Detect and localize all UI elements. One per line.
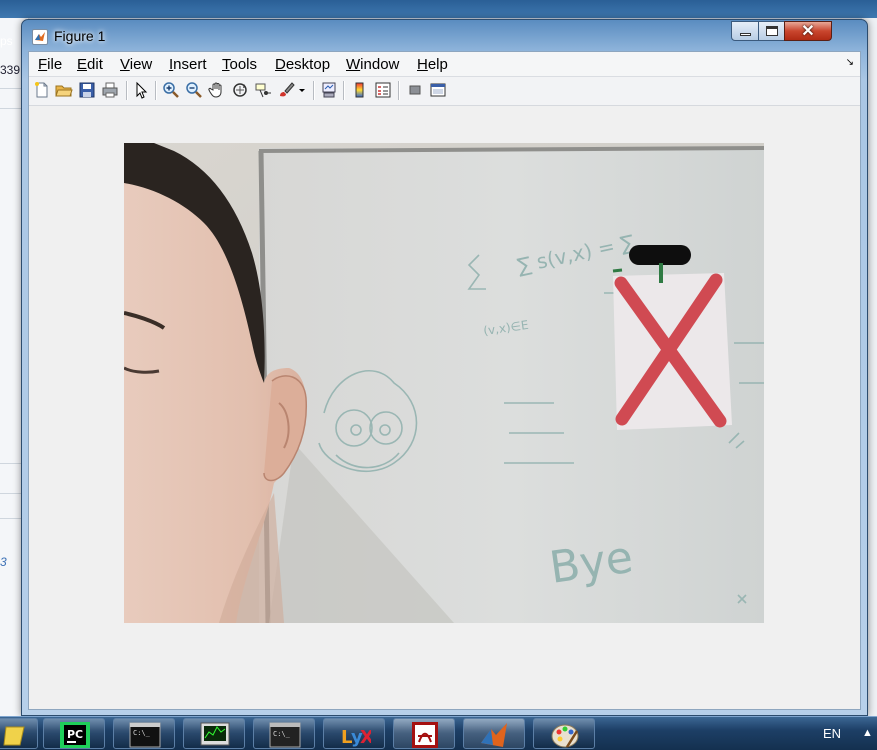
maximize-icon xyxy=(766,26,778,36)
close-button[interactable]: ✕ xyxy=(784,21,832,41)
new-figure-icon[interactable] xyxy=(33,81,51,99)
svg-text:X: X xyxy=(360,727,371,748)
figure-axes-area[interactable]: ∑ s(v,x) = ∑ (v,x)∈E Bye xyxy=(29,106,860,709)
menu-file[interactable]: File xyxy=(38,56,62,73)
background-number-fragment: 339 xyxy=(0,63,21,77)
insert-colorbar-icon[interactable] xyxy=(351,81,369,99)
open-file-icon[interactable] xyxy=(55,81,73,99)
taskbar-lyx[interactable]: LyX xyxy=(323,718,385,749)
taskbar-paint[interactable] xyxy=(533,718,595,749)
menu-tools[interactable]: Tools xyxy=(222,56,257,73)
taskbar-terminal[interactable]: C:\_ xyxy=(253,718,315,749)
menu-overflow-icon[interactable]: ↘ xyxy=(846,57,854,68)
menu-bar: File Edit View Insert Tools Desktop Wind… xyxy=(29,52,860,77)
save-icon[interactable] xyxy=(78,81,96,99)
taskbar-command-prompt[interactable]: C:\_ xyxy=(113,718,175,749)
minimize-button[interactable] xyxy=(731,21,759,41)
show-plot-tools-icon[interactable] xyxy=(429,81,447,99)
background-window-titlebar xyxy=(0,0,877,18)
window-title: Figure 1 xyxy=(54,28,106,44)
data-cursor-icon[interactable] xyxy=(254,81,272,99)
menu-desktop[interactable]: Desktop xyxy=(275,56,330,73)
figure-client-area: File Edit View Insert Tools Desktop Wind… xyxy=(28,51,861,710)
background-link-fragment[interactable]: 3 xyxy=(0,555,7,569)
pan-hand-icon[interactable] xyxy=(208,81,226,99)
brush-dropdown-icon[interactable] xyxy=(297,81,307,99)
minimize-icon xyxy=(740,33,751,36)
taskbar: PC C:\_ C:\_ LyX EN ▲ xyxy=(0,716,877,750)
background-text-fragment: ps xyxy=(0,34,13,48)
figure-toolbar xyxy=(29,77,860,106)
input-language-indicator[interactable]: EN xyxy=(823,726,841,741)
hide-plot-tools-icon[interactable] xyxy=(406,81,424,99)
title-bar[interactable]: Figure 1 ✕ xyxy=(22,20,867,52)
menu-view[interactable]: View xyxy=(120,56,152,73)
menu-edit[interactable]: Edit xyxy=(77,56,103,73)
menu-insert[interactable]: Insert xyxy=(169,56,207,73)
edit-plot-arrow-icon[interactable] xyxy=(132,81,150,99)
toolbar-separator xyxy=(343,81,344,100)
close-icon: ✕ xyxy=(801,23,815,40)
link-plot-icon[interactable] xyxy=(320,81,338,99)
taskbar-task-manager[interactable] xyxy=(183,718,245,749)
brush-icon[interactable] xyxy=(277,81,295,99)
svg-text:PC: PC xyxy=(67,728,83,741)
taskbar-sticky-notes[interactable] xyxy=(0,718,38,749)
toolbar-separator xyxy=(313,81,314,100)
menu-window[interactable]: Window xyxy=(346,56,399,73)
toolbar-separator xyxy=(155,81,156,100)
toolbar-separator xyxy=(398,81,399,100)
svg-text:C:\_: C:\_ xyxy=(273,730,291,738)
insert-legend-icon[interactable] xyxy=(374,81,392,99)
maximize-button[interactable] xyxy=(758,21,785,41)
taskbar-acrobat-reader[interactable] xyxy=(393,718,455,749)
print-icon[interactable] xyxy=(101,81,119,99)
menu-help[interactable]: Help xyxy=(417,56,448,73)
taskbar-pycharm[interactable]: PC xyxy=(43,718,105,749)
svg-text:C:\_: C:\_ xyxy=(133,729,151,737)
rotate-3d-icon[interactable] xyxy=(231,81,249,99)
zoom-in-icon[interactable] xyxy=(162,81,180,99)
toolbar-separator xyxy=(126,81,127,100)
tray-expand-icon[interactable]: ▲ xyxy=(862,727,873,739)
webcam-image[interactable]: ∑ s(v,x) = ∑ (v,x)∈E Bye xyxy=(124,143,764,623)
figure-window: Figure 1 ✕ File Edit View Insert Tools D… xyxy=(21,19,868,716)
taskbar-matlab[interactable] xyxy=(463,718,525,749)
matlab-icon[interactable] xyxy=(32,29,48,45)
zoom-out-icon[interactable] xyxy=(185,81,203,99)
